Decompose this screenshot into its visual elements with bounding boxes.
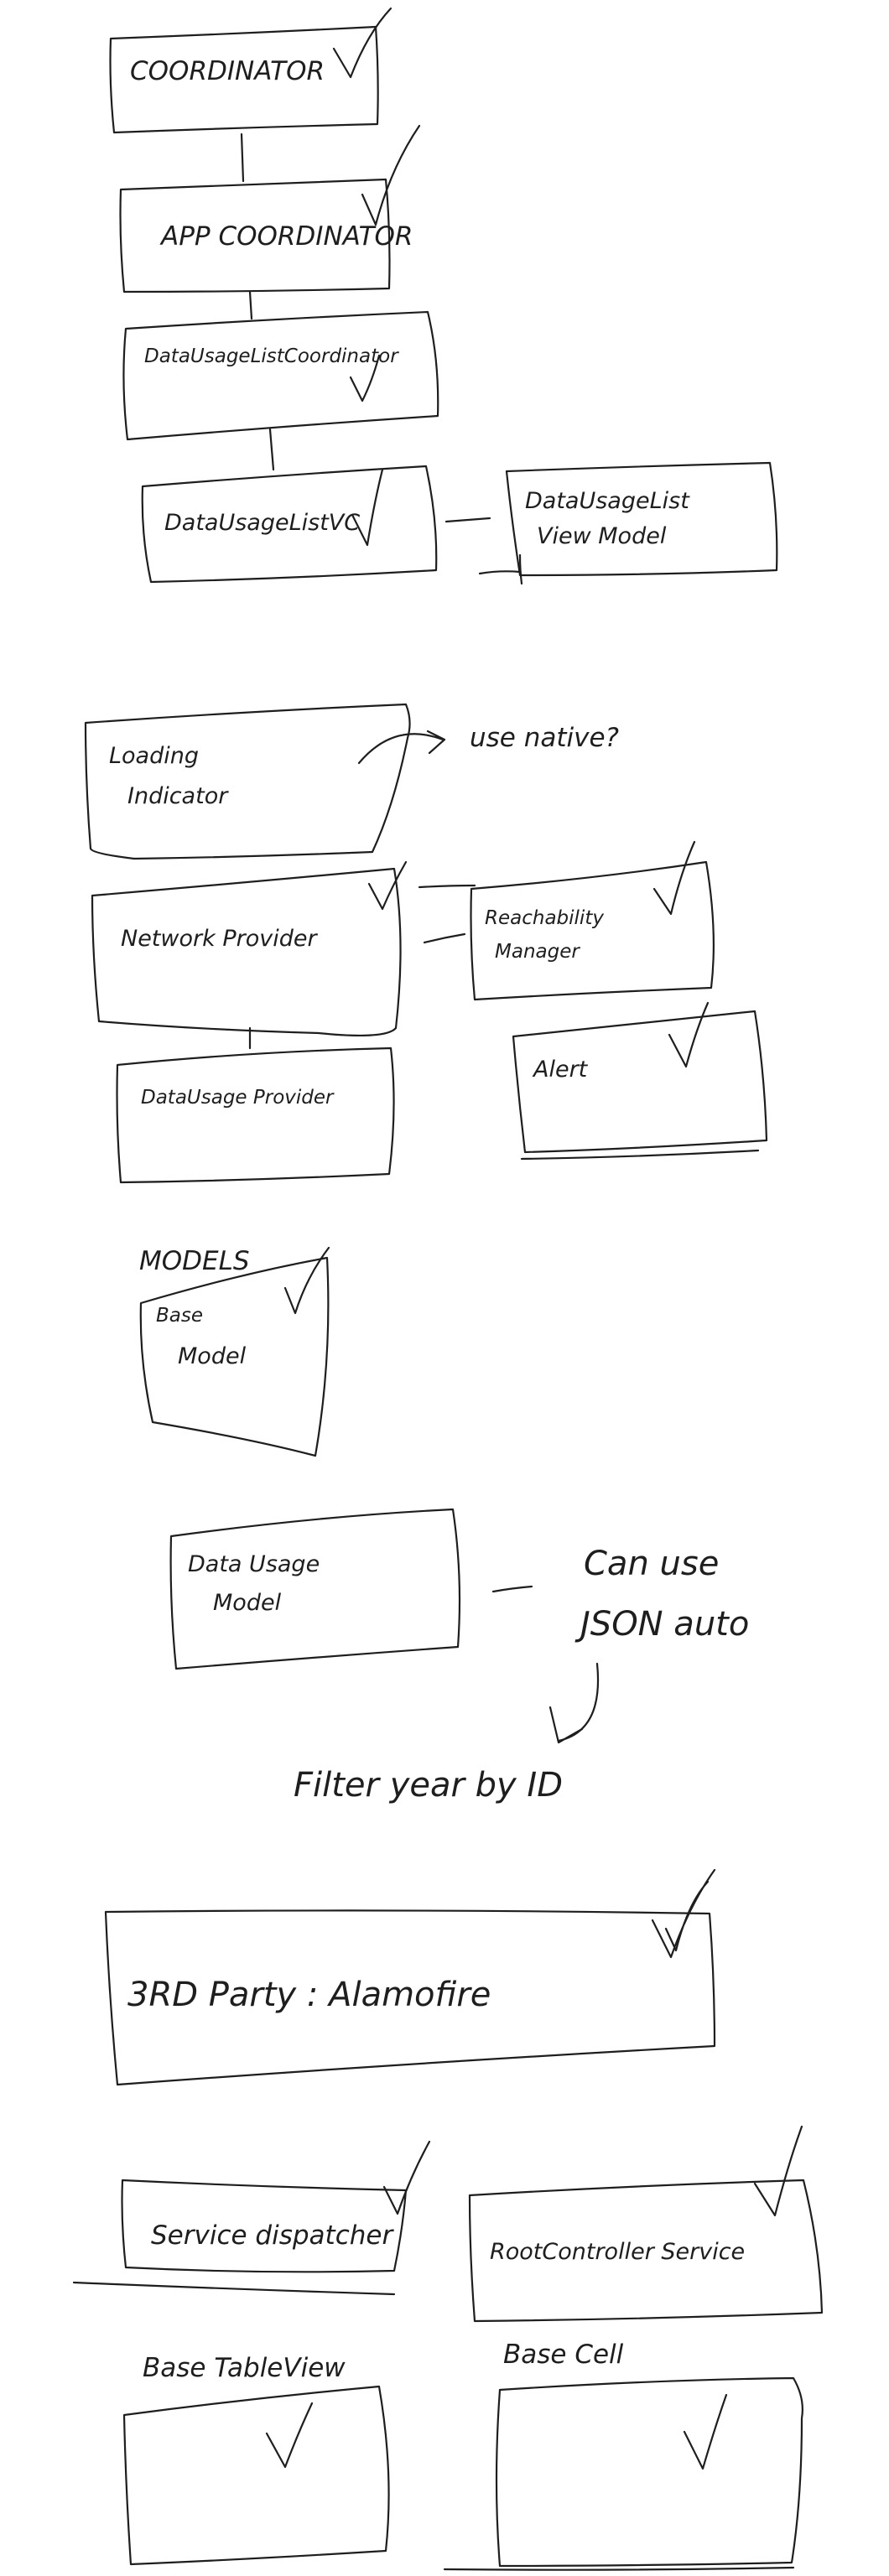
connector-line — [423, 932, 466, 944]
svg-text:3RD Party : Alamofire: 3RD Party : Alamofire — [127, 1976, 491, 2014]
svg-text:Manager: Manager — [495, 941, 580, 963]
node-label: Model — [178, 1343, 247, 1369]
svg-text:DataUsageList: DataUsageList — [525, 488, 690, 514]
node-label: DataUsageListVC — [164, 510, 360, 536]
svg-text:DataUsageListVC: DataUsageListVC — [164, 510, 360, 536]
node-data-usage-list-coordinator: DataUsageListCoordinator — [122, 310, 439, 441]
svg-text:RootController Service: RootController Service — [490, 2239, 745, 2265]
node-label: DataUsageList — [525, 488, 690, 514]
svg-text:DataUsageListCoordinator: DataUsageListCoordinator — [144, 345, 399, 367]
svg-text:JSON auto: JSON auto — [574, 1605, 749, 1644]
node-label: Manager — [495, 941, 580, 963]
check-icon — [332, 7, 393, 79]
svg-text:DataUsage Provider: DataUsage Provider — [141, 1087, 335, 1109]
node-label: Alert — [532, 1057, 589, 1083]
note-use-native: use native? — [470, 723, 619, 753]
node-label: COORDINATOR — [130, 56, 325, 86]
node-base-model: Base Model — [139, 1246, 330, 1457]
svg-text:Model: Model — [178, 1343, 247, 1369]
svg-text:Network Provider: Network Provider — [121, 926, 318, 952]
node-base-table-view — [122, 2385, 390, 2566]
node-label: Model — [213, 1590, 282, 1616]
check-icon — [283, 1246, 330, 1315]
note-json-1: Can use — [584, 1545, 719, 1583]
node-label: Loading — [109, 743, 199, 769]
svg-text:Base TableView: Base TableView — [143, 2353, 346, 2383]
node-label: Data Usage — [188, 1551, 320, 1577]
node-alert: Alert — [512, 1001, 768, 1161]
node-service-dispatcher: Service dispatcher — [72, 2140, 431, 2296]
svg-text:Loading: Loading — [109, 743, 199, 769]
node-data-usage-provider: DataUsage Provider — [116, 1046, 395, 1184]
note-base-cell: Base Cell — [503, 2340, 624, 2370]
svg-text:Reachability: Reachability — [485, 907, 604, 929]
svg-text:View Model: View Model — [537, 523, 667, 549]
check-icon — [265, 2402, 314, 2469]
node-data-usage-model: Data Usage Model — [169, 1508, 461, 1670]
check-icon — [683, 2393, 728, 2470]
note-filter: Filter year by ID — [294, 1766, 563, 1805]
svg-text:Filter year by ID: Filter year by ID — [294, 1766, 563, 1805]
architecture-sketch: COORDINATOR APP COORDINATOR DataUsageLis… — [72, 7, 824, 2571]
node-loading-indicator: Loading Indicator — [84, 703, 411, 860]
node-network-provider: Network Provider — [91, 860, 408, 1036]
check-icon — [668, 1001, 710, 1068]
check-icon — [753, 2125, 803, 2217]
svg-text:Alert: Alert — [532, 1057, 589, 1083]
node-label: Base — [156, 1305, 203, 1327]
svg-text:use native?: use native? — [470, 723, 619, 753]
node-base-cell — [443, 2376, 803, 2571]
svg-text:Model: Model — [213, 1590, 282, 1616]
svg-text:APP COORDINATOR: APP COORDINATOR — [159, 221, 413, 252]
connector-line — [444, 517, 491, 523]
svg-text:MODELS: MODELS — [139, 1246, 250, 1276]
node-label: Service dispatcher — [151, 2220, 394, 2251]
node-root-controller-service: RootController Service — [468, 2125, 824, 2323]
svg-text:COORDINATOR: COORDINATOR — [130, 56, 325, 86]
connector-line — [268, 428, 275, 471]
node-label: APP COORDINATOR — [159, 221, 413, 252]
node-label: View Model — [537, 523, 667, 549]
svg-text:Data Usage: Data Usage — [188, 1551, 320, 1577]
connector-line — [418, 884, 476, 889]
node-label: Reachability — [485, 907, 604, 929]
connector-line — [248, 290, 253, 320]
connector-line — [491, 1585, 533, 1593]
node-label: RootController Service — [490, 2239, 745, 2265]
arrow — [357, 730, 446, 765]
node-data-usage-list-vc: DataUsageListVC — [141, 465, 438, 584]
node-reachability-manager: Reachability Manager — [470, 840, 715, 1001]
node-data-usage-list-view-model: DataUsageList View Model — [478, 461, 778, 585]
check-icon — [382, 2140, 431, 2215]
svg-text:Indicator: Indicator — [127, 783, 229, 809]
connector-line — [240, 132, 245, 183]
svg-text:Can use: Can use — [584, 1545, 719, 1583]
node-label: DataUsage Provider — [141, 1087, 335, 1109]
node-third-party: 3RD Party : Alamofire — [104, 1868, 716, 2086]
note-base-table-view: Base TableView — [143, 2353, 346, 2383]
note-json-2: JSON auto — [574, 1605, 749, 1644]
node-label: Network Provider — [121, 926, 318, 952]
check-icon — [652, 840, 696, 916]
check-icon — [361, 124, 421, 226]
node-label: DataUsageListCoordinator — [144, 345, 399, 367]
svg-text:Base Cell: Base Cell — [503, 2340, 624, 2370]
node-coordinator: COORDINATOR — [109, 7, 393, 134]
node-label: 3RD Party : Alamofire — [127, 1976, 491, 2014]
node-label: Indicator — [127, 783, 229, 809]
node-app-coordinator: APP COORDINATOR — [119, 124, 421, 293]
models-heading: MODELS — [139, 1246, 250, 1276]
svg-text:Service dispatcher: Service dispatcher — [151, 2220, 394, 2251]
arrow — [548, 1662, 600, 1744]
svg-text:Base: Base — [156, 1305, 203, 1327]
